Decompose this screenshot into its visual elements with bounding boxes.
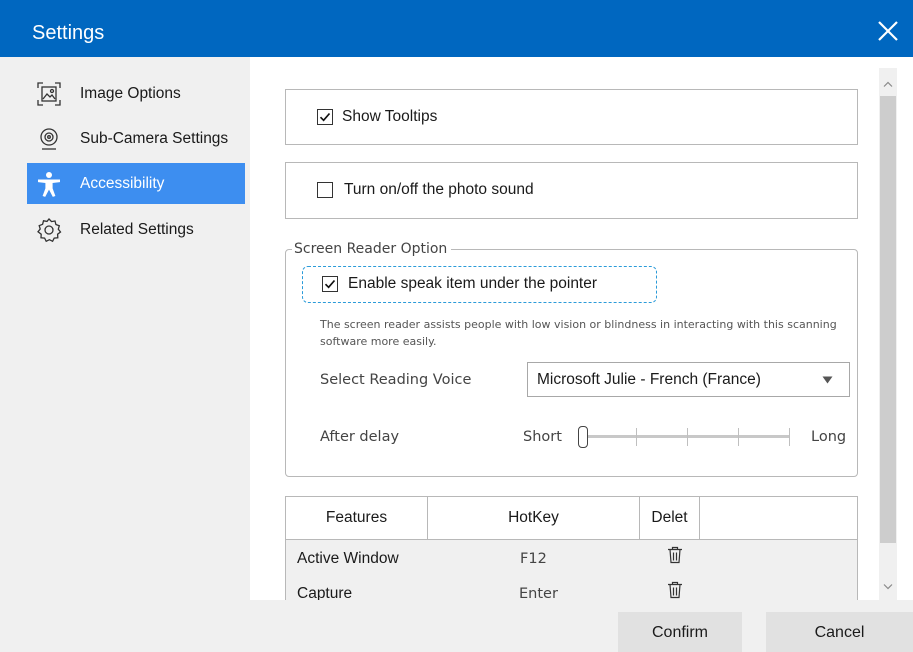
column-header-hotkey[interactable]: HotKey — [428, 496, 640, 539]
confirm-button[interactable]: Confirm — [618, 612, 742, 652]
screen-reader-legend: Screen Reader Option — [292, 240, 452, 258]
delete-hotkey-button[interactable] — [667, 581, 683, 599]
scroll-down-button[interactable] — [880, 577, 896, 597]
table-cell-feature: Active Window — [297, 550, 399, 567]
reading-voice-value: Microsoft Julie - French (France) — [537, 371, 761, 388]
slider-tick — [789, 428, 790, 446]
delay-slider-thumb[interactable] — [578, 426, 588, 448]
column-header-features[interactable]: Features — [286, 496, 428, 539]
gear-icon — [35, 216, 63, 244]
enable-speak-checkbox[interactable] — [322, 276, 338, 292]
table-header-divider — [285, 539, 858, 540]
column-header-delete[interactable]: Delet — [640, 496, 700, 539]
show-tooltips-label: Show Tooltips — [342, 108, 438, 125]
sidebar-item-image-options[interactable]: Image Options — [27, 73, 245, 114]
sidebar-item-sub-camera-settings[interactable]: Sub-Camera Settings — [27, 118, 245, 159]
trash-icon — [668, 581, 682, 599]
scroll-up-button[interactable] — [880, 74, 896, 94]
delete-hotkey-button[interactable] — [667, 546, 683, 564]
checkmark-icon — [324, 279, 336, 289]
accessibility-icon — [35, 170, 63, 198]
photo-sound-checkbox[interactable] — [317, 182, 333, 198]
image-options-icon — [35, 80, 63, 108]
slider-tick — [687, 428, 688, 446]
enable-speak-label: Enable speak item under the pointer — [348, 275, 598, 292]
photo-sound-label: Turn on/off the photo sound — [344, 181, 534, 198]
screen-reader-description: The screen reader assists people with lo… — [320, 318, 837, 348]
checkmark-icon — [319, 112, 331, 122]
show-tooltips-checkbox[interactable] — [317, 109, 333, 125]
sidebar-item-label: Related Settings — [80, 220, 194, 238]
close-button[interactable] — [872, 15, 904, 47]
scrollbar-thumb[interactable] — [880, 96, 896, 543]
sidebar-item-label: Sub-Camera Settings — [80, 129, 229, 147]
sidebar-item-related-settings[interactable]: Related Settings — [27, 209, 245, 250]
dropdown-arrow-icon — [822, 376, 833, 384]
reading-voice-select[interactable]: Microsoft Julie - French (France) — [527, 362, 850, 397]
window-title: Settings — [32, 22, 105, 44]
slider-tick — [636, 428, 637, 446]
slider-tick — [738, 428, 739, 446]
trash-icon — [668, 546, 682, 564]
sidebar-item-label: Image Options — [80, 84, 181, 102]
reading-voice-label: Select Reading Voice — [320, 372, 472, 388]
cancel-button[interactable]: Cancel — [766, 612, 913, 652]
title-bar — [0, 0, 913, 57]
delay-long-label: Long — [811, 429, 847, 445]
webcam-icon — [35, 125, 63, 153]
sidebar-item-label: Accessibility — [80, 174, 165, 192]
after-delay-label: After delay — [320, 429, 400, 445]
hotkey-table-body — [286, 540, 857, 600]
chevron-down-icon — [883, 584, 893, 590]
delay-short-label: Short — [523, 429, 562, 445]
sidebar-item-accessibility[interactable]: Accessibility — [27, 163, 245, 204]
close-icon — [878, 21, 898, 41]
table-cell-hotkey[interactable]: F12 — [520, 550, 547, 568]
chevron-up-icon — [883, 81, 893, 87]
